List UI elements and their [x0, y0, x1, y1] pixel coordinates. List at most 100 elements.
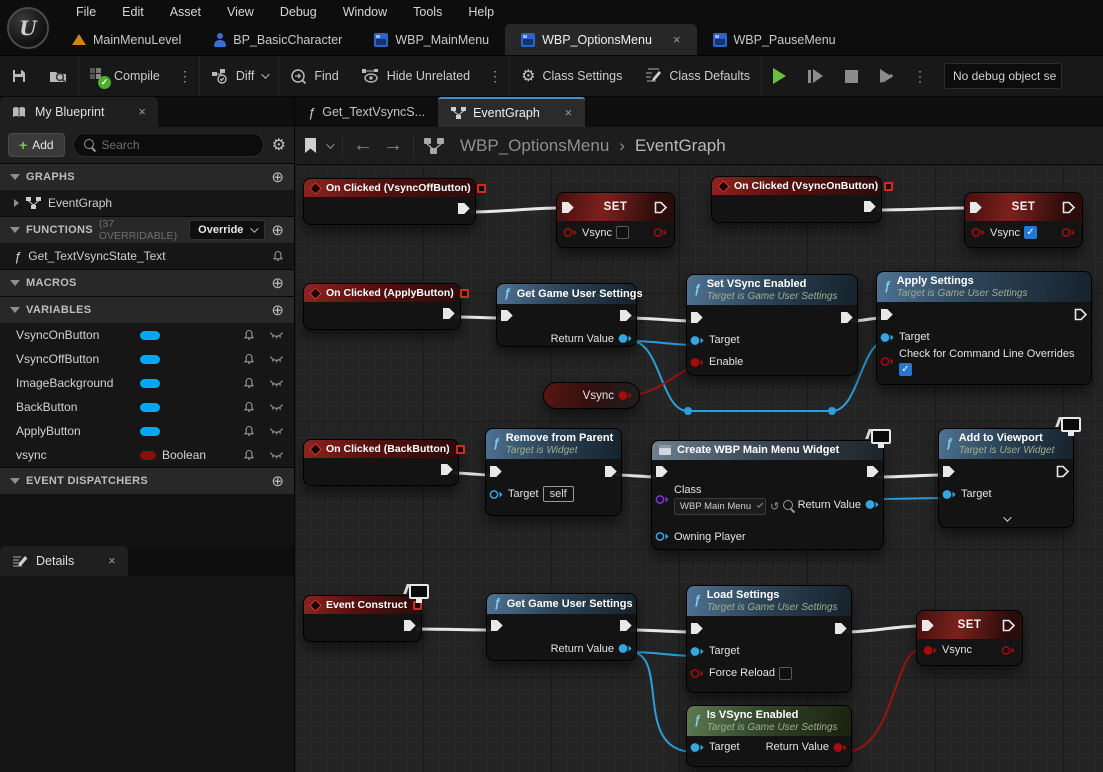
- add-section-icon[interactable]: ⊕: [271, 221, 284, 239]
- node-ev_back[interactable]: On Clicked (BackButton): [303, 439, 459, 486]
- bell-icon[interactable]: [243, 329, 255, 342]
- exec-pin[interactable]: [654, 201, 668, 214]
- bool-pin[interactable]: [833, 742, 848, 753]
- delegate-pin[interactable]: [884, 182, 893, 191]
- object-pin[interactable]: [489, 489, 504, 500]
- eye-closed-icon[interactable]: [269, 427, 284, 436]
- search-input[interactable]: [102, 138, 253, 152]
- node-getgus1[interactable]: ƒGet Game User SettingsReturn Value: [496, 283, 637, 347]
- override-dropdown[interactable]: Override: [189, 220, 265, 240]
- bool-pin[interactable]: [653, 227, 668, 238]
- details-tab[interactable]: Details ×: [0, 546, 128, 576]
- save-button[interactable]: [0, 56, 38, 96]
- compile-options-button[interactable]: ⋮: [171, 68, 199, 85]
- exec-pin[interactable]: [489, 465, 503, 478]
- bell-icon[interactable]: [243, 401, 255, 414]
- checkbox[interactable]: [779, 667, 792, 680]
- class-pin[interactable]: [655, 494, 670, 505]
- stop-button[interactable]: [834, 56, 869, 96]
- exec-pin[interactable]: [866, 465, 880, 478]
- graph-tab-eventgraph[interactable]: EventGraph×: [438, 97, 585, 127]
- bool-pin[interactable]: [1001, 645, 1016, 656]
- object-pin[interactable]: [618, 333, 633, 344]
- menu-debug[interactable]: Debug: [268, 2, 329, 22]
- node-ev_vsyncon[interactable]: On Clicked (VsyncOnButton): [711, 176, 882, 223]
- node-removeparent[interactable]: ƒRemove from ParentTarget is WidgetTarge…: [485, 428, 622, 516]
- find-button[interactable]: Find: [279, 56, 349, 96]
- asset-tab-wbp_pausemenu[interactable]: WBP_PauseMenu: [697, 24, 852, 55]
- menu-help[interactable]: Help: [456, 2, 506, 22]
- node-ev_construct[interactable]: Event Construct: [303, 595, 422, 642]
- exec-pin[interactable]: [440, 463, 454, 476]
- eye-closed-icon[interactable]: [269, 451, 284, 460]
- variable-row-vsyncoffbutton[interactable]: VsyncOffButton: [0, 347, 294, 371]
- expand-caret-icon[interactable]: [14, 199, 19, 207]
- variable-row-vsync[interactable]: vsyncBoolean: [0, 443, 294, 467]
- node-ev_apply[interactable]: On Clicked (ApplyButton): [303, 283, 461, 330]
- menu-file[interactable]: File: [64, 2, 108, 22]
- variable-row-backbutton[interactable]: BackButton: [0, 395, 294, 419]
- node-set_on[interactable]: SETVsync✓: [964, 192, 1083, 248]
- graph-item-eventgraph[interactable]: EventGraph: [0, 190, 294, 216]
- node-applysettings[interactable]: ƒApply SettingsTarget is Game User Setti…: [876, 271, 1092, 385]
- bell-icon[interactable]: [243, 353, 255, 366]
- eject-button[interactable]: [869, 56, 906, 96]
- object-pin[interactable]: [690, 335, 705, 346]
- close-icon[interactable]: ×: [138, 105, 145, 119]
- class-defaults-button[interactable]: Class Defaults: [633, 56, 761, 96]
- bool-pin[interactable]: [618, 390, 633, 401]
- exec-pin[interactable]: [690, 622, 704, 635]
- blueprint-canvas[interactable]: On Clicked (VsyncOffButton)SETVsyncOn Cl…: [295, 165, 1103, 772]
- asset-tab-wbp_optionsmenu[interactable]: WBP_OptionsMenu×: [505, 24, 696, 55]
- bool-pin[interactable]: [880, 356, 895, 367]
- play-button[interactable]: [762, 56, 797, 96]
- exec-pin[interactable]: [834, 622, 848, 635]
- exec-pin[interactable]: [1062, 201, 1076, 214]
- bool-pin[interactable]: [690, 357, 705, 368]
- node-addviewport[interactable]: ƒAdd to ViewportTarget is User WidgetTar…: [938, 428, 1074, 528]
- bookmark-icon[interactable]: [305, 138, 316, 153]
- eye-closed-icon[interactable]: [269, 379, 284, 388]
- variable-row-vsynconbutton[interactable]: VsyncOnButton: [0, 323, 294, 347]
- exec-pin[interactable]: [619, 309, 633, 322]
- bool-pin[interactable]: [690, 668, 705, 679]
- exec-pin[interactable]: [619, 619, 633, 632]
- frame-skip-button[interactable]: [797, 56, 834, 96]
- object-pin[interactable]: [865, 499, 880, 510]
- bool-pin[interactable]: [563, 227, 578, 238]
- menu-edit[interactable]: Edit: [110, 2, 156, 22]
- breadcrumb-root[interactable]: WBP_OptionsMenu: [460, 136, 609, 156]
- class-select-dropdown[interactable]: WBP Main Menu: [674, 498, 766, 515]
- section-event-dispatchers[interactable]: EVENT DISPATCHERS⊕: [0, 467, 294, 494]
- exec-pin[interactable]: [403, 619, 417, 632]
- checkbox[interactable]: ✓: [1024, 226, 1037, 239]
- bell-icon[interactable]: [272, 250, 284, 263]
- compile-button[interactable]: Compile: [79, 56, 171, 96]
- exec-pin[interactable]: [942, 465, 956, 478]
- exec-pin[interactable]: [490, 619, 504, 632]
- menu-view[interactable]: View: [215, 2, 266, 22]
- exec-pin[interactable]: [690, 311, 704, 324]
- object-pin[interactable]: [880, 332, 895, 343]
- exec-pin[interactable]: [863, 200, 877, 213]
- eye-closed-icon[interactable]: [269, 331, 284, 340]
- checkbox[interactable]: [616, 226, 629, 239]
- exec-pin[interactable]: [1002, 619, 1016, 632]
- object-pin[interactable]: [655, 531, 670, 542]
- variable-row-applybutton[interactable]: ApplyButton: [0, 419, 294, 443]
- bool-pin[interactable]: [1061, 227, 1076, 238]
- close-icon[interactable]: ×: [565, 106, 572, 120]
- diff-button[interactable]: Diff: [200, 56, 279, 96]
- object-pin[interactable]: [942, 489, 957, 500]
- asset-tab-wbp_mainmenu[interactable]: WBP_MainMenu: [358, 24, 505, 55]
- delegate-pin[interactable]: [460, 289, 469, 298]
- section-graphs[interactable]: GRAPHS⊕: [0, 163, 294, 190]
- object-pin[interactable]: [690, 742, 705, 753]
- bool-pin[interactable]: [971, 227, 986, 238]
- close-icon[interactable]: ×: [108, 554, 115, 568]
- exec-pin[interactable]: [969, 201, 983, 214]
- add-button[interactable]: + Add: [8, 133, 65, 157]
- exec-pin[interactable]: [442, 307, 456, 320]
- node-set_load[interactable]: SETVsync: [916, 610, 1023, 666]
- settings-gear-icon[interactable]: ⚙: [272, 135, 286, 155]
